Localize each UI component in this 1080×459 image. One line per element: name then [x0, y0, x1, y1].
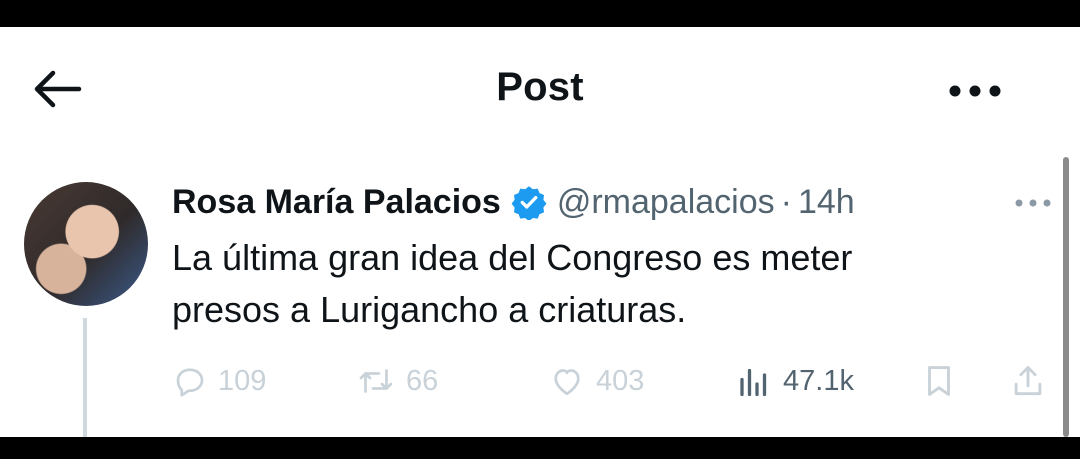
bookmark-icon — [928, 366, 950, 396]
analytics-icon — [740, 368, 767, 397]
page-title: Post — [496, 65, 584, 109]
tweet-text-line: presos a Lurigancho a criaturas. — [172, 289, 687, 330]
views-button[interactable]: 47.1k — [735, 358, 854, 404]
reply-button[interactable]: 109 — [172, 358, 266, 404]
tweet-text-line: La última gran idea del Congreso es mete… — [172, 237, 853, 278]
bottom-black-bar — [0, 437, 1080, 459]
tweet-more-button[interactable] — [1013, 195, 1053, 211]
reply-count: 109 — [218, 364, 267, 397]
top-black-bar — [0, 0, 1080, 27]
tweet-text: La última gran idea del Congreso es mete… — [172, 232, 1032, 336]
retweet-button[interactable]: 66 — [356, 358, 438, 404]
avatar[interactable] — [24, 182, 148, 306]
post-header: Post — [0, 27, 1080, 147]
share-button[interactable] — [1008, 358, 1048, 404]
like-button[interactable]: 403 — [548, 358, 644, 404]
more-horizontal-icon — [1015, 199, 1051, 207]
author-handle[interactable]: @rmapalacios — [557, 183, 775, 222]
heart-icon — [554, 369, 580, 396]
like-count: 403 — [596, 364, 645, 397]
separator-dot: · — [780, 182, 792, 221]
tweet-actions: 109 66 403 47.1k — [0, 358, 1080, 404]
reply-icon — [176, 368, 204, 397]
views-count: 47.1k — [783, 364, 854, 397]
tweet-author-row: Rosa María Palacios @rmapalacios · 14h — [172, 180, 855, 224]
retweet-count: 66 — [406, 364, 439, 397]
retweet-icon — [359, 369, 393, 393]
author-name[interactable]: Rosa María Palacios — [172, 183, 501, 222]
bookmark-button[interactable] — [920, 358, 958, 404]
more-options-button[interactable] — [945, 79, 1005, 103]
share-icon — [1014, 366, 1042, 396]
tweet-time[interactable]: 14h — [798, 183, 855, 222]
more-horizontal-icon — [949, 85, 1001, 97]
scrollbar[interactable] — [1063, 157, 1069, 437]
verified-badge-icon — [511, 184, 547, 220]
